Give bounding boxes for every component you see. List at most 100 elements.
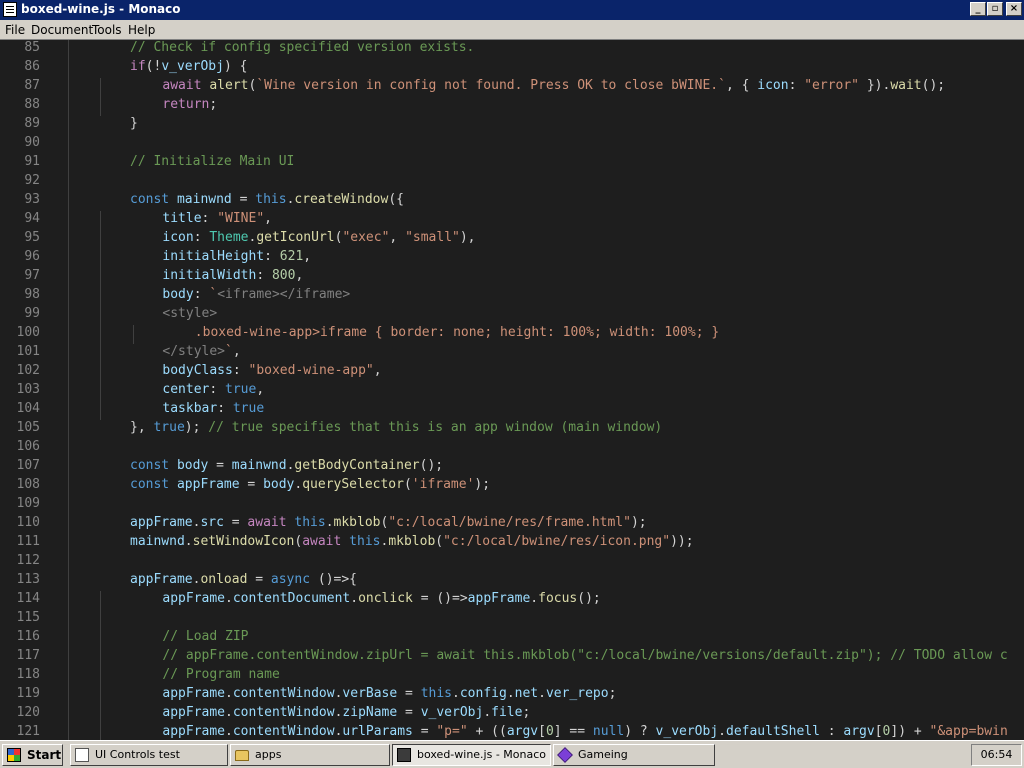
code-token: true xyxy=(153,420,185,435)
code-token: // Check if config specified version exi… xyxy=(130,40,475,55)
indent-guide xyxy=(68,477,69,496)
line-number: 86 xyxy=(24,59,40,74)
code-token: "&app=bwin xyxy=(929,724,1008,739)
line-number: 114 xyxy=(16,591,40,606)
code-token: }). xyxy=(859,78,891,93)
line-number: 118 xyxy=(16,667,40,682)
code-token: ver_repo xyxy=(545,686,609,701)
code-token: appFrame xyxy=(162,686,226,701)
indent-guide xyxy=(68,496,69,515)
code-token: </style> xyxy=(162,344,226,359)
indent-guide xyxy=(68,686,69,705)
code-token: wait xyxy=(890,78,922,93)
code-token: urlParams xyxy=(342,724,413,739)
indent-guide xyxy=(132,325,134,344)
code-token: [ xyxy=(538,724,546,739)
indent-guide xyxy=(100,287,102,306)
start-button[interactable]: Start xyxy=(2,744,63,766)
code-token: defaultShell xyxy=(726,724,820,739)
menu-file[interactable]: File xyxy=(5,23,25,37)
indent-guide xyxy=(68,154,69,173)
code-token: const xyxy=(130,192,177,207)
indent-guide xyxy=(100,382,102,401)
line-number: 116 xyxy=(16,629,40,644)
menu-help[interactable]: Help xyxy=(128,23,155,37)
menu-document[interactable]: Document xyxy=(31,23,93,37)
code-token: "WINE" xyxy=(217,211,265,226)
code-editor[interactable]: 85 86 87 88 89 90 91 92 93 94 95 96 97 98 99 100 101 102 1… xyxy=(0,40,1024,740)
code-token: = xyxy=(397,686,421,701)
title-bar[interactable]: boxed-wine.js - Monaco _ ▫ × xyxy=(0,0,1024,20)
line-number: 92 xyxy=(24,173,40,188)
code-area[interactable]: // Check if config specified version exi… xyxy=(68,40,1024,740)
indent-guide xyxy=(100,230,102,249)
indent-guide xyxy=(68,40,69,59)
indent-guide xyxy=(68,268,69,287)
code-token: 621 xyxy=(279,249,304,264)
code-token: , { xyxy=(725,78,758,93)
code-token: ` xyxy=(225,344,233,359)
taskbar-item-apps[interactable]: apps xyxy=(230,744,390,766)
close-button[interactable]: × xyxy=(1006,2,1022,16)
taskbar-item-boxed-wine-js-monaco[interactable]: boxed-wine.js - Monaco xyxy=(392,744,551,766)
code-token: taskbar xyxy=(162,401,218,416)
code-token: null xyxy=(592,724,625,739)
code-token: .boxed-wine-app>iframe { border: none; h… xyxy=(194,325,720,340)
code-token: "small" xyxy=(405,230,460,245)
code-line: // appFrame.contentWindow.zipUrl = await… xyxy=(162,648,1007,663)
code-line: if(!v_verObj) { xyxy=(130,59,247,74)
indent-guide xyxy=(100,667,102,686)
code-token: <iframe></iframe> xyxy=(217,287,351,302)
code-token: contentDocument xyxy=(232,591,351,606)
menu-bar: File Document Tools Help xyxy=(0,20,1024,40)
code-token: src xyxy=(200,515,224,530)
code-token: `Wine version in config not found. Press… xyxy=(256,78,726,93)
code-token: return xyxy=(162,97,210,112)
code-token: ); xyxy=(184,420,209,435)
indent-guide xyxy=(68,306,69,325)
line-number: 102 xyxy=(16,363,40,378)
code-token: body xyxy=(263,477,295,492)
line-number: 94 xyxy=(24,211,40,226)
indent-guide xyxy=(68,325,69,344)
code-line: appFrame.contentWindow.zipName = v_verOb… xyxy=(162,705,530,720)
code-token: true xyxy=(232,401,265,416)
document-icon xyxy=(3,2,17,17)
minimize-button[interactable]: _ xyxy=(970,2,986,16)
code-token: Theme xyxy=(209,230,249,245)
code-token: alert xyxy=(209,78,249,93)
code-token: true xyxy=(225,382,257,397)
line-number: 90 xyxy=(24,135,40,150)
indent-guide xyxy=(68,572,69,591)
window-title: boxed-wine.js - Monaco xyxy=(21,2,181,16)
code-token: "boxed-wine-app" xyxy=(248,363,374,378)
code-token: ( xyxy=(435,534,444,549)
code-token: await xyxy=(162,78,210,93)
code-token: ` xyxy=(209,287,218,302)
code-line: // Load ZIP xyxy=(162,629,248,644)
code-line: appFrame.onload = async ()=>{ xyxy=(130,572,357,587)
code-token: contentWindow xyxy=(232,724,335,739)
code-token: v_verObj xyxy=(161,59,224,74)
indent-guide xyxy=(68,287,69,306)
indent-guide xyxy=(100,97,102,116)
code-token: : xyxy=(819,724,844,739)
code-token: initialWidth xyxy=(162,268,257,283)
indent-guide xyxy=(68,420,69,439)
code-token: "error" xyxy=(804,78,860,93)
code-token: getIconUrl xyxy=(256,230,335,245)
indent-guide xyxy=(68,515,69,534)
code-line: // Initialize Main UI xyxy=(130,154,294,169)
code-token: . xyxy=(225,686,233,701)
system-clock[interactable]: 06:54 xyxy=(971,744,1022,766)
code-token: // true specifies that this is an app wi… xyxy=(208,420,663,435)
taskbar-item-ui-controls-test[interactable]: UI Controls test xyxy=(70,744,228,766)
indent-guide xyxy=(68,382,69,401)
code-token: setWindowIcon xyxy=(192,534,295,549)
maximize-button[interactable]: ▫ xyxy=(987,2,1003,16)
line-number: 100 xyxy=(16,325,40,340)
menu-tools[interactable]: Tools xyxy=(92,23,122,37)
taskbar-item-gameing[interactable]: Gameing xyxy=(553,744,715,766)
code-token: . xyxy=(718,724,726,739)
code-token: : xyxy=(264,249,280,264)
